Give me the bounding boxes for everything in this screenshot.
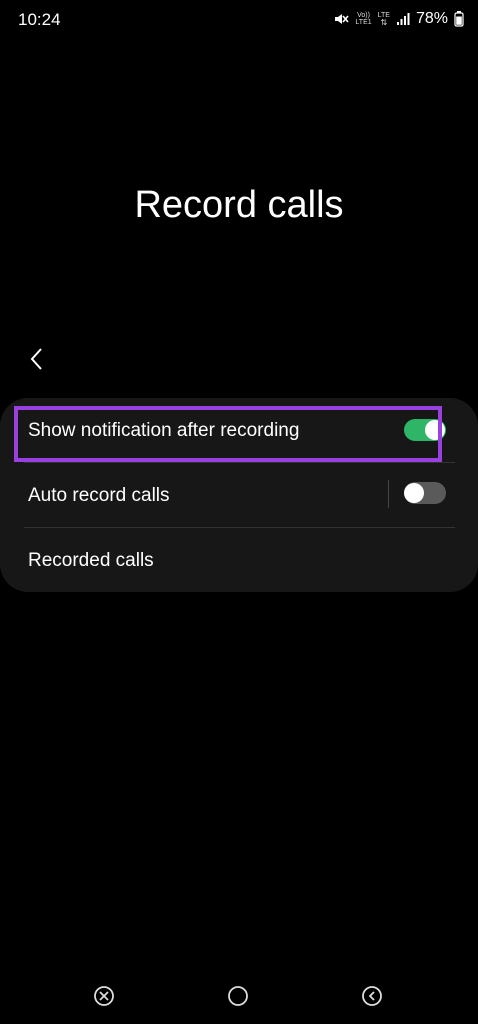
back-icon xyxy=(362,986,382,1006)
network-line1: Vo)) xyxy=(357,12,370,19)
setting-label: Recorded calls xyxy=(28,550,154,571)
status-icons: Vo)) LTE1 LTE ⇅ 78% xyxy=(333,8,464,30)
highlight-box xyxy=(14,406,442,462)
setting-label: Auto record calls xyxy=(28,485,170,506)
nav-back-button[interactable] xyxy=(360,984,384,1008)
recent-apps-icon xyxy=(94,986,114,1006)
battery-percent: 78% xyxy=(415,10,448,27)
toggle-knob xyxy=(404,483,424,503)
network-line2: LTE1 xyxy=(355,19,372,26)
battery-icon xyxy=(454,11,464,27)
setting-recorded-calls[interactable]: Recorded calls xyxy=(0,528,478,592)
recent-apps-button[interactable] xyxy=(92,984,116,1008)
back-button[interactable] xyxy=(22,344,52,374)
auto-record-toggle[interactable] xyxy=(404,482,446,504)
chevron-left-icon xyxy=(30,348,42,370)
home-button[interactable] xyxy=(226,984,250,1008)
status-time: 10:24 xyxy=(18,10,61,29)
status-bar: 10:24 Vo)) LTE1 LTE ⇅ 78% xyxy=(0,0,478,40)
page-title: Record calls xyxy=(134,184,344,226)
volte-icon: Vo)) LTE1 xyxy=(355,12,371,26)
navigation-bar xyxy=(0,970,478,1020)
vertical-divider xyxy=(388,480,389,508)
mute-icon xyxy=(333,11,350,27)
lte-indicator: LTE ⇅ xyxy=(377,12,390,27)
signal-icon xyxy=(396,12,410,26)
setting-auto-record[interactable]: Auto record calls xyxy=(0,463,478,527)
home-icon xyxy=(228,986,248,1006)
